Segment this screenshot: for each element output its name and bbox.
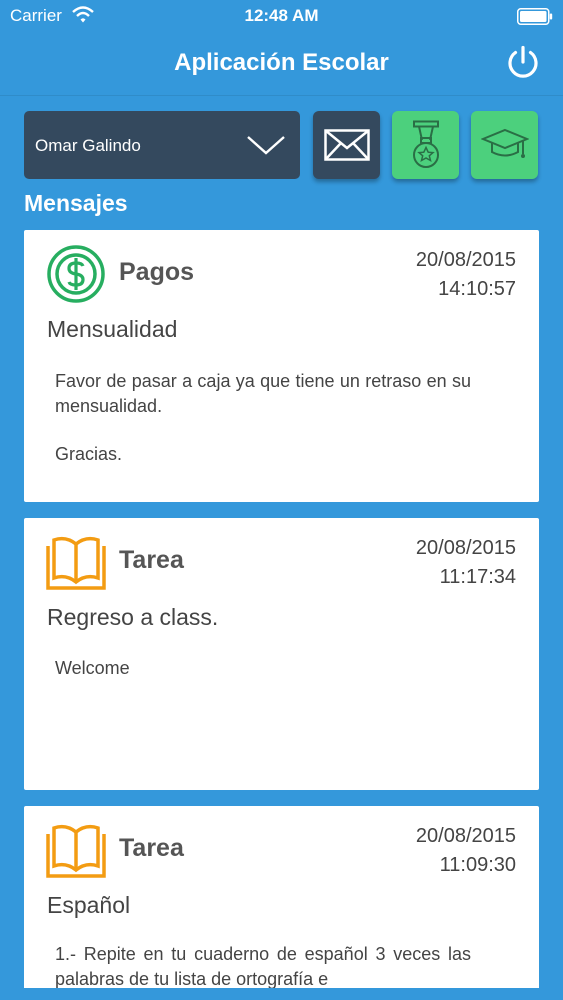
status-time: 12:48 AM xyxy=(244,6,319,25)
message-feed[interactable]: Pagos 20/08/2015 14:10:57 Mensualidad Fa… xyxy=(24,230,539,988)
message-body: 1.- Repite en tu cuaderno de español 3 v… xyxy=(55,942,471,988)
message-timestamp: 20/08/2015 11:09:30 xyxy=(416,822,516,880)
book-icon xyxy=(46,536,106,590)
message-card[interactable]: Tarea 20/08/2015 11:17:34 Regreso a clas… xyxy=(24,518,539,790)
message-date: 20/08/2015 xyxy=(415,249,516,271)
student-name: Omar Galindo xyxy=(35,136,141,155)
message-body: Welcome xyxy=(55,656,471,704)
book-icon xyxy=(46,824,106,878)
message-time: 14:10:57 xyxy=(438,278,516,300)
message-timestamp: 20/08/2015 11:17:34 xyxy=(416,534,516,592)
message-paragraph: 1.- Repite en tu cuaderno de español 3 v… xyxy=(55,944,471,988)
envelope-icon xyxy=(323,129,370,161)
grades-button[interactable] xyxy=(392,111,459,179)
chevron-down-icon xyxy=(247,136,285,155)
message-card[interactable]: Pagos 20/08/2015 14:10:57 Mensualidad Fa… xyxy=(24,230,539,502)
medal-icon xyxy=(412,120,439,168)
nav-bar: Aplicación Escolar xyxy=(0,32,563,96)
message-timestamp: 20/08/2015 14:10:57 xyxy=(416,246,516,304)
graduation-cap-icon xyxy=(480,128,529,158)
courses-button[interactable] xyxy=(471,111,538,179)
message-paragraph: Welcome xyxy=(55,658,130,678)
message-time: 11:09:30 xyxy=(439,854,516,876)
message-subject: Español xyxy=(47,892,131,918)
message-category: Tarea xyxy=(119,546,184,574)
message-category: Tarea xyxy=(119,834,184,862)
status-bar: Carrier 12:48 AM xyxy=(0,0,563,32)
student-selector[interactable]: Omar Galindo xyxy=(24,111,300,179)
message-card[interactable]: Tarea 20/08/2015 11:09:30 Español 1.- Re… xyxy=(24,806,539,988)
message-category: Pagos xyxy=(119,258,195,286)
app-title: Aplicación Escolar xyxy=(174,49,389,76)
message-body: Favor de pasar a caja ya que tiene un re… xyxy=(55,369,471,490)
battery-icon xyxy=(517,8,553,25)
message-paragraph: Gracias. xyxy=(55,444,123,464)
message-time: 11:17:34 xyxy=(439,566,516,588)
message-subject: Mensualidad xyxy=(47,316,178,342)
message-date: 20/08/2015 xyxy=(415,825,516,847)
message-subject: Regreso a class. xyxy=(47,604,219,630)
power-icon[interactable] xyxy=(505,45,541,81)
messages-button[interactable] xyxy=(313,111,380,179)
section-title: Mensajes xyxy=(24,190,128,216)
dollar-coin-icon xyxy=(47,245,105,303)
message-date: 20/08/2015 xyxy=(415,537,516,559)
message-paragraph: Favor de pasar a caja ya que tiene un re… xyxy=(55,371,471,416)
